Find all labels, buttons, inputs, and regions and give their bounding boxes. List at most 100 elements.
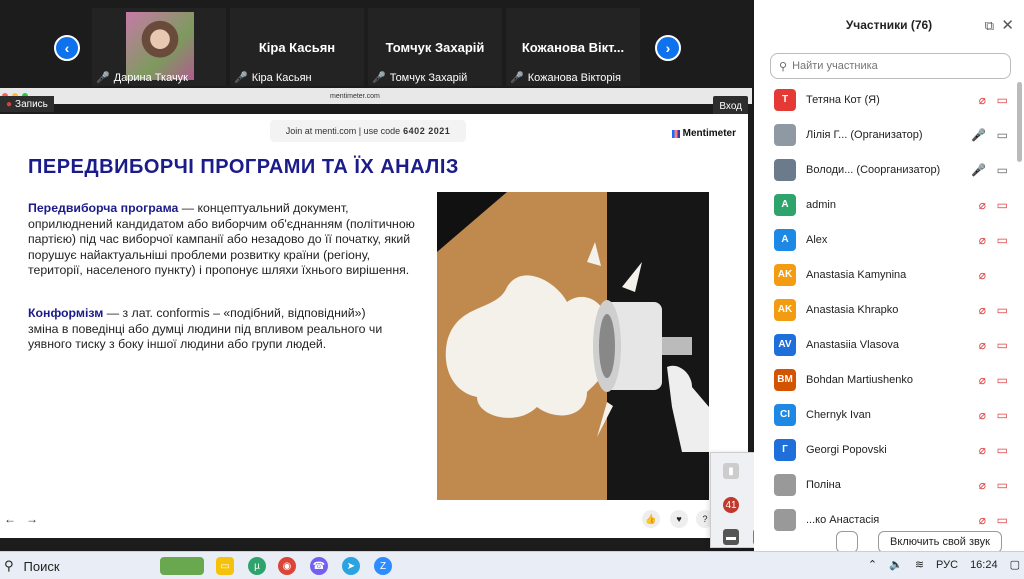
- mic-off-icon[interactable]: ⌀: [979, 478, 986, 492]
- presentation-slide: Join at menti.com | use code 6402 2021 M…: [0, 114, 748, 538]
- participant-list: T Тетяна Кот (Я) ⌀ ▭ Лілія Г... (Организатор…: [754, 82, 1016, 537]
- participant-row[interactable]: Aadmin ⌀ ▭: [754, 187, 1016, 222]
- video-tile[interactable]: Кожанова Вікт... 🎤 Кожанова Вікторія: [506, 8, 640, 86]
- viber-icon[interactable]: ☎: [310, 557, 328, 575]
- participant-name: Лілія Г... (Организатор): [806, 128, 923, 141]
- prev-page-button[interactable]: ‹: [54, 35, 80, 61]
- landscape-widget-icon[interactable]: [160, 557, 204, 575]
- avatar: AK: [774, 298, 796, 321]
- tile-name: Кожанова Вікт...: [521, 40, 625, 55]
- participant-row[interactable]: Володи... (Соорганизатор) 🎤 ▭: [754, 152, 1016, 187]
- video-tile[interactable]: Кіра Касьян 🎤 Кіра Касьян: [230, 8, 364, 86]
- notifications-icon[interactable]: ▢: [1010, 558, 1020, 571]
- participants-panel: Участники (76) ⧉ ✕ ⚲ TТетяна Кот (Я)⌀▭Лі…: [754, 0, 1024, 551]
- participant-row[interactable]: AV Anastasiia Vlasova ⌀ ▭: [754, 327, 1016, 362]
- camera-off-icon[interactable]: ▭: [997, 443, 1008, 457]
- mic-off-icon[interactable]: ⌀: [979, 408, 986, 422]
- mic-off-icon[interactable]: 🎤: [971, 128, 986, 142]
- participant-row[interactable]: Г Georgi Popovski ⌀ ▭: [754, 432, 1016, 467]
- thumbs-up-icon[interactable]: 👍: [642, 510, 660, 528]
- chrome-icon[interactable]: ◉: [278, 557, 296, 575]
- next-page-button[interactable]: ›: [655, 35, 681, 61]
- invite-button[interactable]: [836, 531, 858, 553]
- participant-row[interactable]: T Тетяна Кот (Я) ⌀ ▭: [754, 82, 1016, 117]
- mic-off-icon: 🎤: [234, 72, 248, 84]
- mic-off-icon[interactable]: ⌀: [979, 303, 986, 317]
- camera-off-icon[interactable]: ▭: [997, 338, 1008, 352]
- participant-row[interactable]: A Alex ⌀ ▭: [754, 222, 1016, 257]
- mic-off-icon[interactable]: ⌀: [979, 233, 986, 247]
- definition-paragraph: Передвиборча програма — концептуальний д…: [28, 201, 415, 277]
- notification-icon[interactable]: 41: [723, 497, 739, 513]
- camera-off-icon[interactable]: ▭: [997, 513, 1008, 527]
- participant-row[interactable]: BM Bohdan Martiushenko ⌀ ▭: [754, 362, 1016, 397]
- participant-row[interactable]: AK Anastasia Kamynina ⌀: [754, 257, 1016, 292]
- unmute-button[interactable]: Включить свой звук: [878, 531, 1002, 553]
- battery-icon[interactable]: ▬: [723, 529, 739, 545]
- login-button[interactable]: Вход: [713, 96, 748, 116]
- camera-off-icon[interactable]: ▭: [997, 408, 1008, 422]
- mentimeter-mark-icon: [671, 129, 680, 138]
- participant-name: ...ко Анастасія: [806, 513, 880, 526]
- mic-off-icon[interactable]: ⌀: [979, 443, 986, 457]
- panel-title: Участники (76): [845, 18, 933, 32]
- search-input[interactable]: [792, 60, 993, 72]
- participant-search[interactable]: ⚲: [770, 53, 1011, 79]
- file-explorer-icon[interactable]: ▭: [216, 557, 234, 575]
- mic-off-icon[interactable]: ⌀: [979, 268, 986, 282]
- participant-name: Поліна: [806, 478, 841, 491]
- shared-url: mentimeter.com: [330, 92, 380, 100]
- usb-icon[interactable]: ▮: [723, 463, 739, 479]
- camera-off-icon[interactable]: ▭: [997, 163, 1008, 177]
- camera-off-icon[interactable]: ▭: [997, 128, 1008, 142]
- volume-icon[interactable]: 🔈: [889, 558, 903, 571]
- language-indicator[interactable]: РУС: [936, 559, 958, 571]
- mentimeter-logo: Mentimeter: [671, 128, 736, 139]
- mic-off-icon[interactable]: ⌀: [979, 198, 986, 212]
- camera-off-icon[interactable]: ▭: [997, 478, 1008, 492]
- camera-off-icon[interactable]: ▭: [997, 373, 1008, 387]
- chevron-up-icon[interactable]: ⌃: [868, 558, 877, 571]
- camera-off-icon[interactable]: ▭: [997, 93, 1008, 107]
- video-tile[interactable]: 🎤 Дарина Ткачук: [92, 8, 226, 86]
- slide-next-icon[interactable]: →: [26, 512, 38, 526]
- video-tile[interactable]: Томчук Захарій 🎤 Томчук Захарій: [368, 8, 502, 86]
- participant-name: Anastasia Khrapko: [806, 303, 899, 316]
- gallery-strip: ‹ 🎤 Дарина Ткачук Кіра Касьян 🎤 Кіра Касья…: [0, 0, 752, 88]
- mic-off-icon[interactable]: ⌀: [979, 373, 986, 387]
- close-icon[interactable]: ✕: [1001, 16, 1014, 34]
- heart-icon[interactable]: ♥: [670, 510, 688, 528]
- zoom-icon[interactable]: Z: [374, 557, 392, 575]
- participant-row[interactable]: CI Chernyk Ivan ⌀ ▭: [754, 397, 1016, 432]
- slide-prev-icon[interactable]: ←: [4, 512, 16, 526]
- tile-label: 🎤 Кіра Касьян: [234, 71, 312, 85]
- clock[interactable]: 16:24: [970, 559, 998, 571]
- taskbar: ⚲ Поиск ▭ µ ◉ ☎ ➤ Z ⌃ 🔈 ≋ РУС 16:24 ▢: [0, 551, 1024, 579]
- camera-off-icon[interactable]: ▭: [997, 303, 1008, 317]
- popout-icon[interactable]: ⧉: [985, 18, 994, 34]
- participant-name: Chernyk Ivan: [806, 408, 871, 421]
- participant-name: admin: [806, 198, 836, 211]
- mic-off-icon[interactable]: ⌀: [979, 338, 986, 352]
- scrollbar[interactable]: [1017, 82, 1022, 162]
- avatar: AK: [774, 263, 796, 286]
- mic-off-icon[interactable]: ⌀: [979, 93, 986, 107]
- participant-row[interactable]: Лілія Г... (Организатор) 🎤 ▭: [754, 117, 1016, 152]
- avatar: A: [774, 228, 796, 251]
- mic-off-icon[interactable]: 🎤: [971, 163, 986, 177]
- tile-name: Томчук Захарій: [385, 40, 485, 55]
- tile-label: 🎤 Дарина Ткачук: [96, 71, 188, 85]
- participant-row[interactable]: AK Anastasia Khrapko ⌀ ▭: [754, 292, 1016, 327]
- telegram-icon[interactable]: ➤: [342, 557, 360, 575]
- slide-title: ПЕРЕДВИБОРЧІ ПРОГРАМИ ТА ЇХ АНАЛІЗ: [28, 156, 459, 178]
- megaphone-image: [437, 192, 709, 500]
- taskbar-search[interactable]: ⚲ Поиск: [4, 558, 60, 574]
- camera-off-icon[interactable]: ▭: [997, 198, 1008, 212]
- camera-off-icon[interactable]: ▭: [997, 233, 1008, 247]
- record-button[interactable]: ● Запись: [0, 96, 54, 112]
- wifi-icon[interactable]: ≋: [915, 558, 924, 571]
- utorrent-icon[interactable]: µ: [248, 557, 266, 575]
- participant-row[interactable]: Поліна ⌀ ▭: [754, 467, 1016, 502]
- mic-off-icon[interactable]: ⌀: [979, 513, 986, 527]
- mic-off-icon: 🎤: [510, 72, 524, 84]
